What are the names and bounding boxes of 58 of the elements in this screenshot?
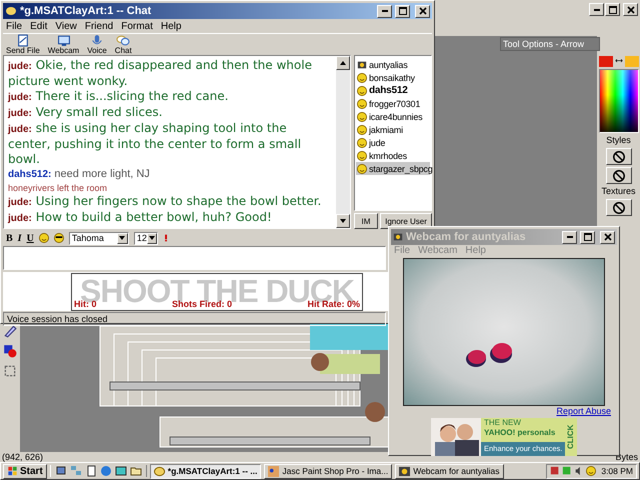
tool-options-palette: Tool Options - Arrow [500, 37, 600, 51]
size-dropdown[interactable]: 12 [134, 232, 158, 244]
taskbar-button[interactable]: *g.MSATClayArt:1 -- ... [150, 464, 262, 478]
user-name: auntyalias [369, 60, 408, 70]
user-name: jakmiami [369, 124, 403, 134]
user-item[interactable]: icare4bunnies [356, 110, 430, 123]
user-name: bonsaikathy [369, 72, 415, 82]
ad-headline: THE NEW [483, 418, 522, 428]
chat-message: jude: How to build a better bowl, huh? Good! [8, 210, 273, 226]
menu-item[interactable]: File [6, 20, 22, 32]
italic-button[interactable]: I [18, 232, 22, 244]
menu-item[interactable]: Edit [30, 20, 48, 32]
menu-item[interactable]: Friend [84, 20, 114, 32]
chat-message: jude: There it is...slicing the red cane. [8, 89, 230, 105]
user-name: dahs512 [369, 85, 408, 96]
user-item[interactable]: jakmiami [356, 123, 430, 136]
clock: 3:08 PM [601, 466, 633, 476]
menu-item[interactable]: View [55, 20, 77, 32]
menu-item[interactable]: Help [160, 20, 182, 32]
user-name: kmrhodes [369, 150, 407, 160]
user-item[interactable]: dahs512 [356, 84, 430, 97]
chat-message: dahs512: need more light, NJ [8, 167, 151, 182]
chat-message: jude: she is using her clay shaping tool into the center, pushing it into the center to form a small bowl. [8, 121, 302, 167]
ad-brand: YAHOO! personals [483, 428, 556, 438]
status-bar: Voice session has closed [3, 312, 386, 326]
chat-message: jude: Using her fingers now to shape the bowl better. [8, 194, 322, 210]
user-item[interactable]: stargazer_sbpcg [356, 162, 430, 175]
coordinates-text: (942, 626) [2, 452, 44, 462]
toolbar-button[interactable]: Voice [87, 34, 107, 55]
user-item[interactable]: bonsaikathy [356, 71, 430, 84]
underline-button[interactable]: U [26, 232, 34, 244]
font-dropdown[interactable]: Tahoma [68, 232, 129, 244]
window-title: Webcam for auntyalias [406, 231, 527, 243]
system-message: honeyrivers left the room [8, 182, 108, 194]
chat-message: jude: Very small red slices. [8, 105, 164, 121]
user-name: jude [369, 138, 386, 148]
user-action-button[interactable]: IM [354, 213, 378, 229]
taskbar-button[interactable]: Webcam for auntyalias [395, 464, 504, 478]
textures-label: Textures [601, 186, 636, 197]
user-item[interactable]: jude [356, 136, 430, 149]
user-item[interactable]: kmrhodes [356, 149, 430, 162]
chat-message: jude: Okie, the red disappeared and then the whole picture went wonky. [8, 58, 313, 89]
taskbar-button[interactable]: Jasc Paint Shop Pro - Ima... [264, 464, 392, 478]
bold-button[interactable]: B [6, 232, 13, 244]
report-abuse-link[interactable]: Report Abuse [556, 406, 611, 417]
toolbar-button[interactable]: Send File [6, 34, 40, 55]
toolbar-button[interactable]: Webcam [48, 34, 80, 55]
user-item[interactable]: auntyalias [356, 58, 430, 71]
ad-click-text: CLICK [565, 418, 577, 456]
user-name: icare4bunnies [369, 112, 422, 122]
toolbar-button[interactable]: Chat [114, 34, 132, 55]
user-item[interactable]: frogger70301 [356, 97, 430, 110]
user-name: frogger70301 [369, 98, 420, 108]
menu-item[interactable]: Format [121, 20, 153, 32]
window-title: *g.MSATClayArt:1 -- Chat [20, 5, 152, 17]
user-name: stargazer_sbpcg [369, 164, 433, 174]
start-button[interactable]: Start [3, 464, 47, 478]
styles-label: Styles [606, 135, 631, 146]
